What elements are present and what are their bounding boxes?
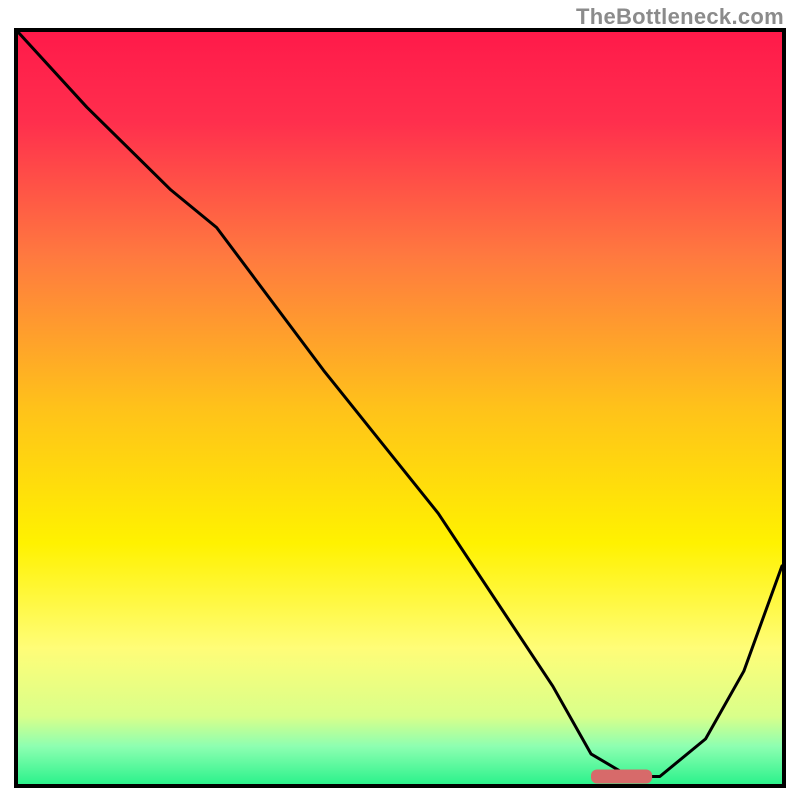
chart-canvas: [18, 32, 782, 784]
chart-background: [18, 32, 782, 784]
chart-frame: [14, 28, 786, 788]
watermark-text: TheBottleneck.com: [576, 4, 784, 30]
optimal-range-marker: [591, 770, 652, 784]
